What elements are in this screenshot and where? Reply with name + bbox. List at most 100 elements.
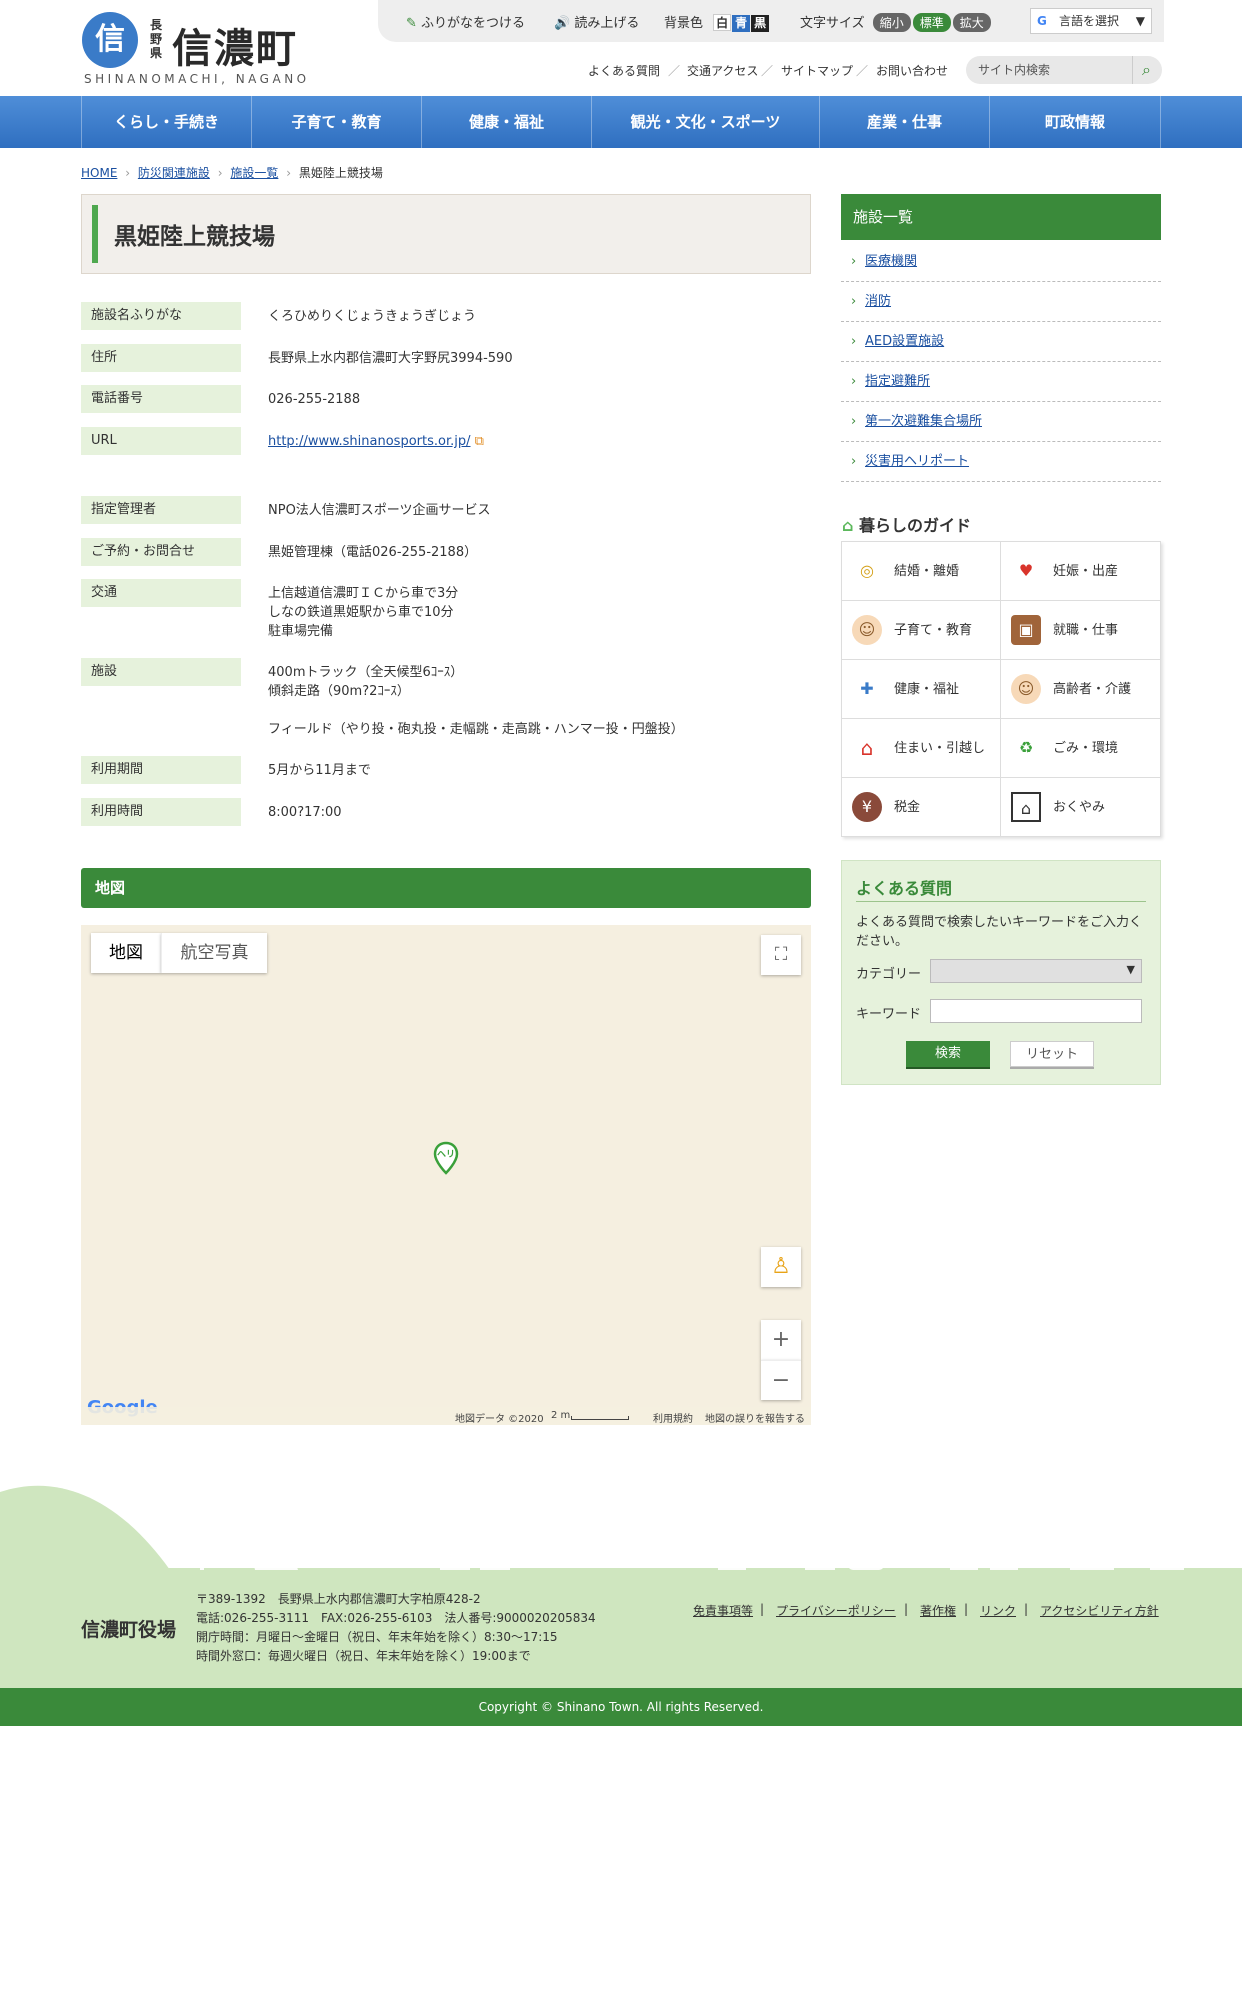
- house-icon: ⌂: [860, 736, 874, 760]
- facility-list-heading: 施設一覧: [841, 194, 1161, 240]
- info-value-url: http://www.shinanosports.or.jp/ ⧉: [268, 432, 484, 451]
- info-value-phone: 026-255-2188: [268, 392, 361, 407]
- info-label-manager: 指定管理者: [81, 496, 241, 524]
- chevron-right-icon: ›: [851, 374, 857, 389]
- sidebar-item-fire[interactable]: › 消防: [841, 282, 1161, 322]
- nav-government[interactable]: 町政情報: [989, 96, 1161, 148]
- footer-link-accessibility[interactable]: アクセシビリティ方針: [1040, 1602, 1159, 1619]
- map-footer-bar: 地図データ ©2020 2 m 利用規約 地図の誤りを報告する: [81, 1407, 811, 1425]
- footer-link-disclaimer[interactable]: 免責事項等: [693, 1602, 753, 1619]
- bg-white-button[interactable]: 白: [713, 14, 732, 31]
- hospital-icon: ✚: [860, 679, 874, 698]
- guide-marriage[interactable]: ◎ 結婚・離婚: [842, 542, 1001, 601]
- sidebar-item-shelter[interactable]: › 指定避難所: [841, 362, 1161, 402]
- sidebar-item-medical[interactable]: › 医療機関: [841, 242, 1161, 282]
- logo-roman: SHINANOMACHI, NAGANO: [84, 72, 310, 86]
- map-tab-satellite[interactable]: 航空写真: [161, 933, 267, 973]
- pen-icon: ✎: [406, 16, 417, 31]
- nav-industry[interactable]: 産業・仕事: [819, 96, 989, 148]
- nav-childcare[interactable]: 子育て・教育: [251, 96, 421, 148]
- furigana-button[interactable]: ✎ ふりがなをつける: [406, 12, 525, 31]
- search-icon[interactable]: ⌕: [1132, 56, 1160, 84]
- footer-link-links[interactable]: リンク: [980, 1602, 1016, 1619]
- faq-category-select[interactable]: ▼: [930, 959, 1142, 983]
- heliport-marker[interactable]: ヘリ: [433, 1141, 459, 1175]
- faq-keyword-label: キーワード: [856, 1007, 922, 1022]
- map-tab-map[interactable]: 地図: [91, 933, 161, 973]
- nav-living[interactable]: くらし・手続き: [81, 96, 251, 148]
- faq-search-box: よくある質問 よくある質問で検索したいキーワードをご入力ください。 カテゴリー …: [841, 860, 1161, 1085]
- fullscreen-icon[interactable]: ⛶: [761, 935, 801, 975]
- chevron-right-icon: ›: [851, 334, 857, 349]
- guide-childcare[interactable]: ☺ 子育て・教育: [842, 601, 1001, 660]
- footer-link-copyright[interactable]: 著作権: [920, 1602, 956, 1619]
- heart-hands-icon: ♥: [1018, 561, 1034, 580]
- sidebar-item-heliport[interactable]: › 災害用ヘリポート: [841, 442, 1161, 482]
- purse-icon: ¥: [852, 792, 882, 822]
- guide-pregnancy[interactable]: ♥ 妊娠・出産: [1001, 542, 1160, 601]
- google-map[interactable]: 地図 航空写真 ⛶ ヘリ ♙ + − Google 地図データ ©2020 2 …: [81, 925, 811, 1425]
- logo-prefecture: 長野県: [150, 18, 163, 60]
- map-terms-link[interactable]: 利用規約: [653, 1410, 693, 1425]
- faq-reset-button[interactable]: リセット: [1010, 1041, 1094, 1067]
- nav-health[interactable]: 健康・福祉: [421, 96, 591, 148]
- bg-color-label: 背景色: [664, 16, 704, 31]
- zoom-out-button[interactable]: −: [761, 1360, 801, 1400]
- faq-category-label: カテゴリー: [856, 967, 922, 982]
- footer-address: 〒389-1392 長野県上水内郡信濃町大字柏原428-2 電話:026-255…: [196, 1592, 596, 1663]
- faq-search-button[interactable]: 検索: [906, 1041, 990, 1067]
- guide-employment[interactable]: ▣ 就職・仕事: [1001, 601, 1160, 660]
- nav-tourism[interactable]: 観光・文化・スポーツ: [591, 96, 819, 148]
- guide-condolence[interactable]: ⌂ おくやみ: [1001, 778, 1160, 837]
- logo-town-name[interactable]: 信濃町: [172, 16, 298, 74]
- guide-housing[interactable]: ⌂ 住まい・引越し: [842, 719, 1001, 778]
- info-value-furigana: くろひめりくじょうきょうぎじょう: [268, 309, 477, 324]
- breadcrumb-home[interactable]: HOME: [81, 166, 117, 180]
- map-attribution: 地図データ ©2020: [455, 1414, 544, 1425]
- font-size-group: 文字サイズ 縮小 標準 拡大: [800, 12, 991, 32]
- recycle-icon: ♻: [1018, 738, 1034, 757]
- zoom-in-button[interactable]: +: [761, 1320, 801, 1360]
- info-label-hours: 利用時間: [81, 798, 241, 826]
- map-heading: 地図: [81, 868, 811, 908]
- sidebar-item-assembly[interactable]: › 第一次避難集合場所: [841, 402, 1161, 442]
- chevron-right-icon: ›: [851, 414, 857, 429]
- font-size-label: 文字サイズ: [800, 16, 865, 31]
- external-link-icon: ⧉: [474, 434, 484, 449]
- guide-waste[interactable]: ♻ ごみ・環境: [1001, 719, 1160, 778]
- google-g-icon: G: [1037, 14, 1047, 28]
- subnav-sitemap[interactable]: サイトマップ: [781, 62, 853, 79]
- site-header: 信 長野県 信濃町 SHINANOMACHI, NAGANO ✎ ふりがなをつけ…: [0, 0, 1242, 96]
- breadcrumb-facilities[interactable]: 施設一覧: [230, 166, 278, 180]
- subnav-faq[interactable]: よくある質問: [588, 62, 660, 79]
- sidebar-item-aed[interactable]: › AED設置施設: [841, 322, 1161, 362]
- subnav-contact[interactable]: お問い合わせ: [876, 62, 948, 79]
- baby-icon: ☺: [852, 615, 882, 645]
- facility-url-link[interactable]: http://www.shinanosports.or.jp/: [268, 434, 471, 449]
- info-label-furigana: 施設名ふりがな: [81, 302, 241, 330]
- breadcrumb-disaster[interactable]: 防災関連施設: [138, 166, 210, 180]
- faq-keyword-input[interactable]: [930, 999, 1142, 1023]
- subnav-separator: ／: [668, 64, 681, 78]
- font-large-button[interactable]: 拡大: [952, 13, 991, 32]
- language-select[interactable]: G 言語を選択 ▼: [1030, 8, 1152, 34]
- town-emblem-icon[interactable]: 信: [82, 12, 138, 68]
- house-icon: ⌂: [842, 516, 854, 535]
- info-value-manager: NPO法人信濃町スポーツ企画サービス: [268, 503, 491, 518]
- read-aloud-button[interactable]: 🔊 読み上げる: [554, 12, 639, 31]
- street-view-pegman-icon[interactable]: ♙: [761, 1247, 801, 1287]
- font-standard-button[interactable]: 標準: [912, 13, 951, 32]
- main-navigation: くらし・手続き 子育て・教育 健康・福祉 観光・文化・スポーツ 産業・仕事 町政…: [0, 96, 1242, 148]
- info-label-address: 住所: [81, 344, 241, 372]
- guide-elderly[interactable]: ☺ 高齢者・介護: [1001, 660, 1160, 719]
- footer-link-privacy[interactable]: プライバシーポリシー: [776, 1602, 896, 1619]
- info-value-facilities: 400mトラック（全天候型6ｺｰｽ） 傾斜走路（90m?2ｺｰｽ） フィールド（…: [268, 665, 684, 737]
- guide-health[interactable]: ✚ 健康・福祉: [842, 660, 1001, 719]
- living-guide-heading: ⌂ 暮らしのガイド: [842, 516, 972, 535]
- guide-tax[interactable]: ¥ 税金: [842, 778, 1001, 837]
- bg-blue-button[interactable]: 青: [732, 15, 751, 32]
- bg-black-button[interactable]: 黒: [751, 15, 770, 32]
- font-small-button[interactable]: 縮小: [872, 13, 911, 32]
- subnav-access[interactable]: 交通アクセス: [687, 62, 758, 79]
- map-report-link[interactable]: 地図の誤りを報告する: [705, 1410, 805, 1425]
